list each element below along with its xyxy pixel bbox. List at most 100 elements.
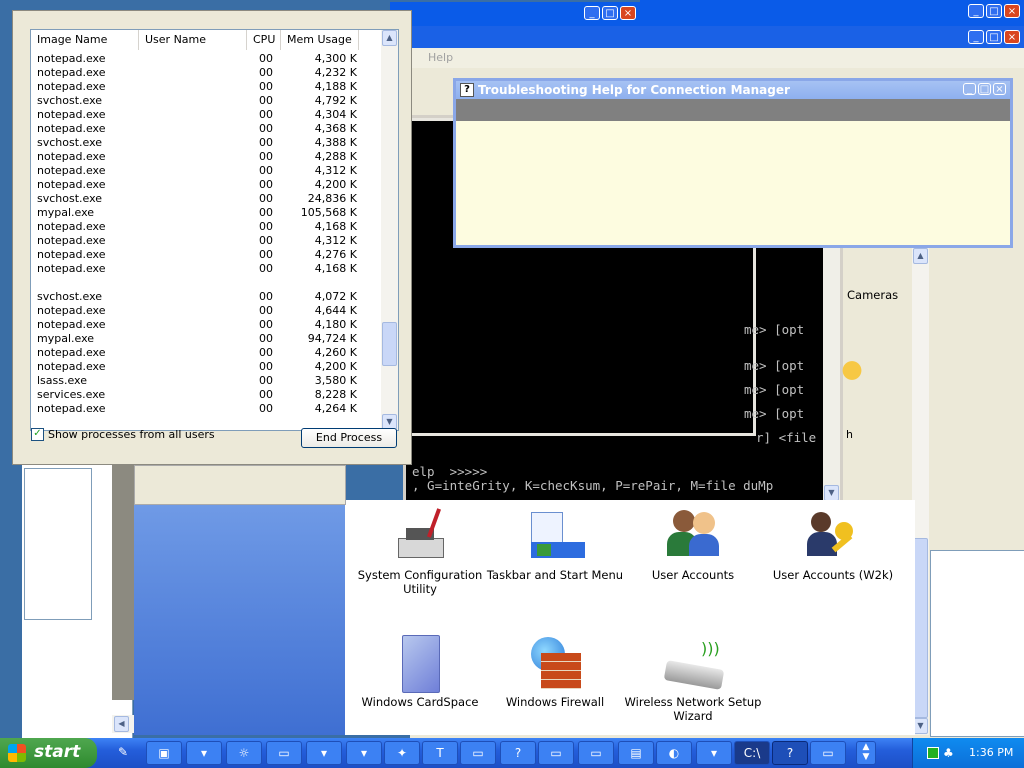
cp-item-cardspace[interactable]: Windows CardSpace: [345, 635, 495, 709]
scroll-down-button[interactable]: ▼: [824, 485, 839, 501]
taskbar-item[interactable]: ▣: [146, 741, 182, 765]
maximize-button[interactable]: □: [986, 4, 1002, 18]
taskbar-item[interactable]: ▭: [460, 741, 496, 765]
maximize-button[interactable]: □: [602, 6, 618, 20]
table-row[interactable]: svchost.exe 00 24,836 K: [31, 192, 381, 206]
taskbar-item[interactable]: ▾: [306, 741, 342, 765]
table-row[interactable]: notepad.exe 00 4,168 K: [31, 220, 381, 234]
table-row[interactable]: notepad.exe 00 4,304 K: [31, 108, 381, 122]
table-row[interactable]: [31, 276, 381, 290]
table-row[interactable]: notepad.exe 00 4,368 K: [31, 122, 381, 136]
show-all-users-checkbox[interactable]: ✓ Show processes from all users: [31, 428, 215, 441]
table-row[interactable]: lsass.exe 00 3,580 K: [31, 374, 381, 388]
taskbar-item[interactable]: ▭: [578, 741, 614, 765]
close-button[interactable]: ×: [1004, 30, 1020, 44]
help-toolbar: [456, 99, 1010, 121]
taskbar-item[interactable]: ✦: [384, 741, 420, 765]
table-row[interactable]: mypal.exe 00 94,724 K: [31, 332, 381, 346]
network-icon[interactable]: [927, 747, 939, 759]
cp-item-system-config[interactable]: System Configuration Utility: [345, 508, 495, 596]
table-row[interactable]: svchost.exe 00 4,388 K: [31, 136, 381, 150]
task-manager-window[interactable]: Image Name User Name CPU Mem Usage notep…: [12, 10, 412, 465]
cpu-cell: 00: [259, 262, 273, 275]
taskbar-item[interactable]: ✎: [108, 741, 138, 765]
taskbar-item[interactable]: ▭: [810, 741, 846, 765]
image-name-cell: notepad.exe: [37, 150, 106, 163]
mem-usage-cell: 4,072 K: [314, 290, 357, 303]
table-row[interactable]: svchost.exe 00 4,792 K: [31, 94, 381, 108]
table-row[interactable]: notepad.exe 00 4,168 K: [31, 262, 381, 276]
cp-item-wireless[interactable]: ))) Wireless Network Setup Wizard: [618, 635, 768, 723]
minimize-button[interactable]: _: [968, 30, 984, 44]
process-list-scrollbar[interactable]: ▲ ▼: [381, 30, 398, 430]
h-scrollbar[interactable]: ◀: [112, 715, 134, 733]
table-row[interactable]: notepad.exe 00 4,300 K: [31, 52, 381, 66]
table-row[interactable]: notepad.exe 00 4,312 K: [31, 164, 381, 178]
taskbar-item-help-active[interactable]: ?: [772, 741, 808, 765]
minimize-button[interactable]: _: [968, 4, 984, 18]
help-titlebar[interactable]: ? Troubleshooting Help for Connection Ma…: [456, 81, 1010, 99]
column-header-user-name[interactable]: User Name: [139, 30, 247, 50]
table-row[interactable]: notepad.exe 00 4,200 K: [31, 360, 381, 374]
process-list[interactable]: Image Name User Name CPU Mem Usage notep…: [30, 29, 399, 431]
column-header-mem-usage[interactable]: Mem Usage: [281, 30, 359, 50]
taskbar-item[interactable]: ◐: [656, 741, 692, 765]
background-window-1[interactable]: _ □ ×: [390, 2, 640, 26]
scroll-up-button[interactable]: ▲: [913, 248, 928, 264]
maximize-button[interactable]: □: [978, 83, 991, 95]
close-button[interactable]: ×: [1004, 4, 1020, 18]
taskbar-item[interactable]: ▾: [346, 741, 382, 765]
table-row[interactable]: notepad.exe 00 4,188 K: [31, 80, 381, 94]
table-row[interactable]: notepad.exe 00 4,232 K: [31, 66, 381, 80]
close-button[interactable]: ×: [993, 83, 1006, 95]
table-row[interactable]: notepad.exe 00 4,264 K: [31, 402, 381, 416]
cp-item-user-accounts-w2k[interactable]: User Accounts (W2k): [758, 508, 908, 582]
table-row[interactable]: notepad.exe 00 4,180 K: [31, 318, 381, 332]
table-row[interactable]: notepad.exe 00 4,276 K: [31, 248, 381, 262]
scroll-left-button[interactable]: ◀: [114, 716, 129, 732]
cameras-label[interactable]: Cameras: [847, 288, 898, 302]
taskbar-item[interactable]: ▭: [538, 741, 574, 765]
taskbar-item[interactable]: ☼: [226, 741, 262, 765]
taskbar-item[interactable]: ▾: [696, 741, 732, 765]
taskbar-item[interactable]: ?: [500, 741, 536, 765]
table-row[interactable]: notepad.exe 00 4,644 K: [31, 304, 381, 318]
minimize-button[interactable]: _: [584, 6, 600, 20]
cpu-cell: 00: [259, 248, 273, 261]
cp-item-user-accounts[interactable]: User Accounts: [618, 508, 768, 582]
close-button[interactable]: ×: [620, 6, 636, 20]
taskbar-item[interactable]: ▭: [266, 741, 302, 765]
menu-help[interactable]: Help: [428, 51, 453, 64]
checkbox-check-icon[interactable]: ✓: [31, 428, 44, 441]
column-header-cpu[interactable]: CPU: [247, 30, 281, 50]
taskbar-scroll[interactable]: ▲ ▼: [856, 741, 876, 765]
safely-remove-icon[interactable]: ♣: [943, 746, 954, 760]
image-name-cell: notepad.exe: [37, 164, 106, 177]
scroll-up-button[interactable]: ▲: [382, 30, 397, 46]
table-row[interactable]: notepad.exe 00 4,288 K: [31, 150, 381, 164]
taskbar-item[interactable]: ▾: [186, 741, 222, 765]
taskbar-item[interactable]: ▤: [618, 741, 654, 765]
scroll-thumb[interactable]: [382, 322, 397, 366]
maximize-button[interactable]: □: [986, 30, 1002, 44]
end-process-button[interactable]: End Process: [301, 428, 397, 448]
minimize-button[interactable]: _: [963, 83, 976, 95]
table-row[interactable]: notepad.exe 00 4,312 K: [31, 234, 381, 248]
background-window-2[interactable]: _ □ ×: [640, 0, 1024, 26]
table-row[interactable]: services.exe 00 8,228 K: [31, 388, 381, 402]
table-row[interactable]: mypal.exe 00 105,568 K: [31, 206, 381, 220]
start-button[interactable]: start: [0, 738, 97, 768]
start-label: start: [34, 742, 81, 762]
cp-item-taskbar[interactable]: Taskbar and Start Menu: [480, 508, 630, 582]
table-row[interactable]: svchost.exe 00 4,072 K: [31, 290, 381, 304]
column-header-image-name[interactable]: Image Name: [31, 30, 139, 50]
scroll-thumb[interactable]: [913, 538, 928, 718]
cp-item-firewall[interactable]: Windows Firewall: [480, 635, 630, 709]
scroll-down-button[interactable]: ▼: [913, 718, 928, 734]
table-row[interactable]: notepad.exe 00 4,200 K: [31, 178, 381, 192]
help-window[interactable]: ? Troubleshooting Help for Connection Ma…: [453, 78, 1013, 248]
background-window-3[interactable]: _ □ ×: [410, 26, 1024, 48]
table-row[interactable]: notepad.exe 00 4,260 K: [31, 346, 381, 360]
taskbar-item-console[interactable]: C:\: [734, 741, 770, 765]
taskbar-item[interactable]: T: [422, 741, 458, 765]
